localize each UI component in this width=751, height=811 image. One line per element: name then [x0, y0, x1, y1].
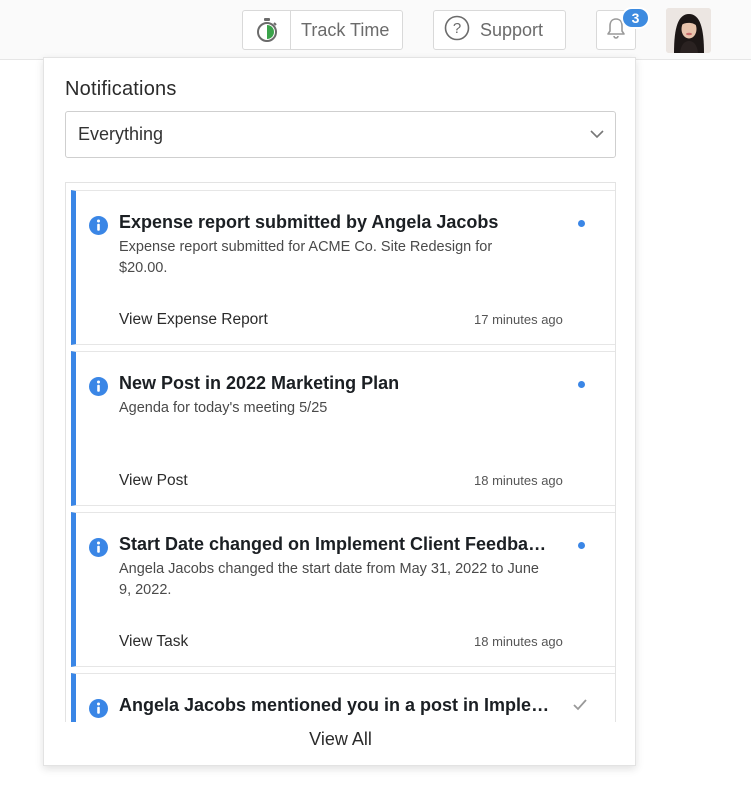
info-icon — [89, 538, 108, 562]
info-icon — [89, 699, 108, 722]
notification-list[interactable]: Expense report submitted by Angela Jacob… — [65, 182, 616, 722]
view-task-link[interactable]: View Task — [119, 633, 188, 651]
top-bar: Track Time ? Support 3 — [0, 0, 751, 60]
notification-count-badge: 3 — [621, 7, 650, 29]
notification-time: 18 minutes ago — [474, 634, 563, 649]
notification-item[interactable]: Start Date changed on Implement Client F… — [71, 512, 615, 667]
user-avatar[interactable] — [666, 8, 711, 53]
info-icon — [89, 377, 108, 401]
chevron-down-icon — [589, 126, 605, 147]
view-post-link[interactable]: View Post — [119, 472, 188, 490]
notification-time: 18 minutes ago — [474, 473, 563, 488]
svg-text:?: ? — [453, 20, 461, 37]
filter-value: Everything — [78, 124, 164, 144]
stopwatch-icon — [243, 11, 291, 49]
checkmark-icon[interactable] — [572, 698, 588, 717]
unread-dot-icon[interactable] — [578, 220, 585, 227]
notification-body: Expense report submitted for ACME Co. Si… — [119, 239, 493, 276]
track-time-label: Track Time — [301, 19, 390, 40]
notification-item[interactable]: Angela Jacobs mentioned you in a post in… — [71, 673, 615, 722]
help-icon: ? — [444, 15, 470, 46]
view-all-link[interactable]: View All — [44, 729, 637, 750]
panel-title: Notifications — [65, 78, 177, 100]
notification-time: 17 minutes ago — [474, 312, 563, 327]
notification-title: New Post in 2022 Marketing Plan — [119, 373, 400, 393]
notification-title: Angela Jacobs mentioned you in a post in… — [119, 695, 551, 715]
notification-title: Expense report submitted by Angela Jacob… — [119, 212, 499, 232]
unread-dot-icon[interactable] — [578, 542, 585, 549]
unread-dot-icon[interactable] — [578, 381, 585, 388]
support-label: Support — [480, 19, 544, 40]
notification-body: Agenda for today's meeting 5/25 — [119, 400, 328, 416]
info-icon — [89, 216, 108, 240]
notification-body: Angela Jacobs changed the start date fro… — [119, 561, 539, 598]
track-time-button[interactable]: Track Time — [242, 10, 403, 50]
notification-item[interactable]: Expense report submitted by Angela Jacob… — [71, 190, 615, 345]
notification-item[interactable]: New Post in 2022 Marketing Plan Agenda f… — [71, 351, 615, 506]
notification-title: Start Date changed on Implement Client F… — [119, 534, 551, 554]
notification-filter-select[interactable]: Everything — [65, 111, 616, 158]
support-button[interactable]: ? Support — [433, 10, 566, 50]
view-expense-report-link[interactable]: View Expense Report — [119, 311, 268, 329]
notifications-panel: Notifications Everything Expense report … — [43, 57, 636, 766]
